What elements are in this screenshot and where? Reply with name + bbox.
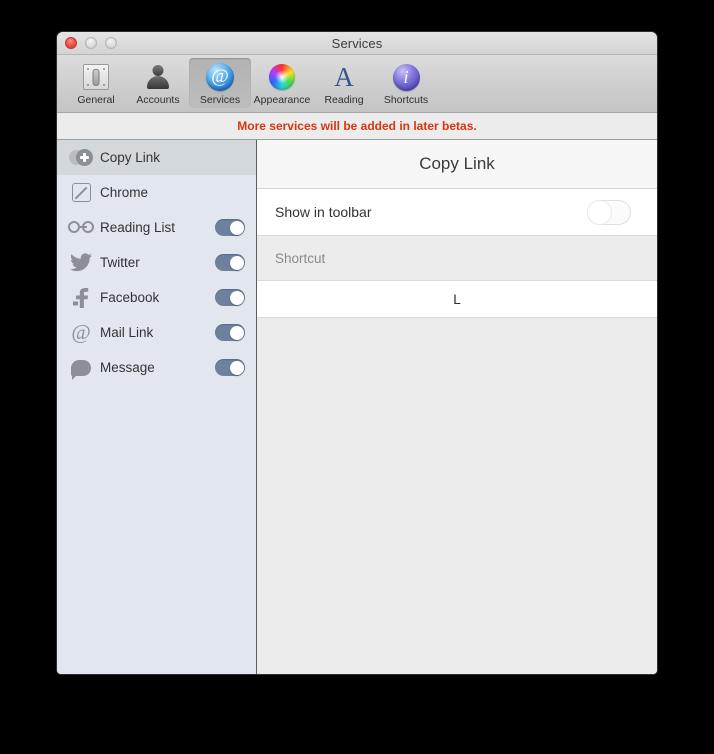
toggle-twitter[interactable]	[215, 254, 245, 271]
toggle-mail-link[interactable]	[215, 324, 245, 341]
shortcut-section-header: Shortcut	[257, 236, 657, 281]
toolbar-label-shortcuts: Shortcuts	[383, 94, 429, 106]
toolbar-label-services: Services	[199, 94, 241, 106]
toolbar-item-general[interactable]: General	[65, 58, 127, 108]
sidebar-label-reading-list: Reading List	[100, 220, 176, 235]
sidebar-item-reading-list[interactable]: Reading List	[57, 210, 256, 245]
sidebar-label-copy-link: Copy Link	[100, 150, 161, 165]
services-preferences-window: Services General Accounts @ Services App…	[57, 32, 657, 674]
sidebar-label-facebook: Facebook	[100, 290, 160, 305]
sidebar-item-twitter[interactable]: Twitter	[57, 245, 256, 280]
sidebar-label-twitter: Twitter	[100, 255, 140, 270]
service-detail-pane: Copy Link Show in toolbar Shortcut L	[257, 140, 657, 674]
show-in-toolbar-label: Show in toolbar	[275, 204, 372, 220]
window-controls	[65, 37, 117, 49]
toggle-message[interactable]	[215, 359, 245, 376]
toolbar-item-shortcuts[interactable]: i Shortcuts	[375, 58, 437, 108]
chrome-icon	[68, 183, 94, 202]
window-body: Copy Link Chrome Reading List Twitter Fa…	[57, 140, 657, 674]
sidebar-label-chrome: Chrome	[100, 185, 149, 200]
toolbar-item-services[interactable]: @ Services	[189, 58, 251, 108]
minimize-button[interactable]	[85, 37, 97, 49]
beta-notice-banner: More services will be added in later bet…	[57, 113, 657, 140]
toolbar-label-accounts: Accounts	[136, 94, 180, 106]
letter-a-icon: A	[334, 62, 354, 92]
person-icon	[142, 61, 174, 93]
zoom-button[interactable]	[105, 37, 117, 49]
copy-link-icon	[68, 149, 94, 166]
toggle-show-in-toolbar[interactable]	[587, 199, 631, 225]
screen: Services General Accounts @ Services App…	[0, 0, 714, 754]
toolbar-item-accounts[interactable]: Accounts	[127, 58, 189, 108]
toolbar-label-general: General	[77, 94, 115, 106]
at-sign-icon: @	[71, 320, 91, 344]
facebook-f-icon	[68, 287, 94, 308]
sidebar-label-message: Message	[100, 360, 155, 375]
detail-title: Copy Link	[257, 140, 657, 189]
sidebar-item-facebook[interactable]: Facebook	[57, 280, 256, 315]
sidebar-label-mail-link: Mail Link	[100, 325, 154, 340]
sidebar-item-copy-link[interactable]: Copy Link	[57, 140, 256, 175]
toolbar-label-appearance: Appearance	[253, 94, 311, 106]
at-sign-icon: @	[204, 61, 236, 93]
color-wheel-icon	[266, 61, 298, 93]
toggle-reading-list[interactable]	[215, 219, 245, 236]
sidebar-item-message[interactable]: Message	[57, 350, 256, 385]
toolbar-label-reading: Reading	[324, 94, 364, 106]
close-button[interactable]	[65, 37, 77, 49]
show-in-toolbar-row[interactable]: Show in toolbar	[257, 189, 657, 236]
window-title: Services	[331, 35, 383, 51]
window-titlebar[interactable]: Services	[57, 32, 657, 55]
services-sidebar: Copy Link Chrome Reading List Twitter Fa…	[57, 140, 257, 674]
switch-plate-icon	[80, 61, 112, 93]
info-icon: i	[390, 61, 422, 93]
preferences-toolbar: General Accounts @ Services Appearance A…	[57, 55, 657, 113]
glasses-icon	[68, 220, 94, 235]
toggle-facebook[interactable]	[215, 289, 245, 306]
speech-bubble-icon	[68, 359, 94, 380]
shortcut-value: L	[453, 291, 461, 307]
toolbar-item-reading[interactable]: A Reading	[313, 58, 375, 108]
sidebar-item-mail-link[interactable]: @ Mail Link	[57, 315, 256, 350]
twitter-bird-icon	[68, 253, 94, 272]
shortcut-value-row[interactable]: L	[257, 281, 657, 318]
sidebar-item-chrome[interactable]: Chrome	[57, 175, 256, 210]
toolbar-item-appearance[interactable]: Appearance	[251, 58, 313, 108]
detail-empty-area	[257, 318, 657, 674]
